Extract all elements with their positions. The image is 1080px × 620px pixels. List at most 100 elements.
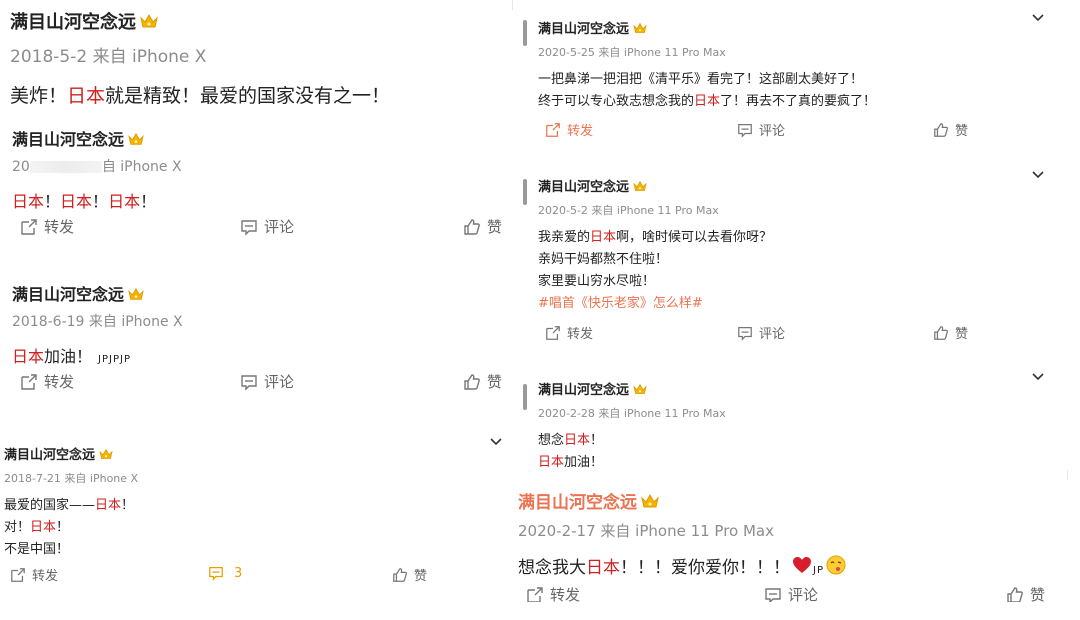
post-meta: 2018-6-19 来自 iPhone X xyxy=(12,314,183,330)
post-text-line-2: 亲妈干妈都熬不住啦！ xyxy=(538,251,669,267)
like-icon xyxy=(1007,586,1023,602)
like-icon xyxy=(934,325,949,340)
post-4: 满目山河空念远 2018-7-21 来自 iPhone X 最爱的国家——日本！… xyxy=(4,444,138,561)
comment-icon xyxy=(765,587,781,602)
post-text-line-2: 终于可以专心致志想念我的日本了！再去不了真的要疯了！ xyxy=(538,93,877,109)
like-button[interactable]: 赞 xyxy=(463,371,502,392)
post-meta: 2020-5-25 来自 iPhone 11 Pro Max xyxy=(538,45,726,59)
like-icon xyxy=(464,373,480,390)
hashtag-link[interactable]: #唱首《快乐老家》怎么样# xyxy=(538,293,772,315)
username[interactable]: 满目山河空念远 xyxy=(12,126,182,150)
keyword-link[interactable]: 日本 xyxy=(95,498,121,513)
post-text: 想念我大日本！！！爱你爱你！！！ JP xyxy=(518,553,846,581)
repost-button[interactable]: 转发 xyxy=(10,565,58,584)
post-text-line-3: 不是中国！ xyxy=(4,541,70,557)
divider xyxy=(512,0,513,10)
avatar[interactable] xyxy=(523,20,527,46)
chevron-down-icon[interactable] xyxy=(489,437,503,447)
comment-button[interactable]: 评论 xyxy=(240,216,294,237)
post-6: 满目山河空念远 2020-5-2 来自 iPhone 11 Pro Max 我亲… xyxy=(538,176,772,315)
comment-button[interactable]: 评论 xyxy=(737,323,785,342)
comment-button[interactable]: 3 xyxy=(208,565,242,581)
repost-icon xyxy=(21,373,37,390)
like-button[interactable]: 赞 xyxy=(1006,584,1045,602)
username[interactable]: 满目山河空念远 xyxy=(12,281,183,305)
like-button[interactable]: 赞 xyxy=(463,216,502,237)
comment-icon xyxy=(738,326,752,341)
post-text-line-1: 一把鼻涕一把泪把《清平乐》看完了！这部剧太美好了！ xyxy=(538,71,864,87)
post-meta: 2018-5-2 来自 iPhone X xyxy=(10,47,207,67)
post-text-line-2: 日本加油！ xyxy=(538,454,604,470)
action-bar: 转发 3 赞 xyxy=(10,563,440,585)
repost-button[interactable]: 转发 xyxy=(545,323,593,342)
action-bar: 转发 评论 赞 xyxy=(545,118,985,140)
post-5: 满目山河空念远 2020-5-25 来自 iPhone 11 Pro Max 一… xyxy=(538,18,876,113)
post-2: 满目山河空念远 20 自 iPhone X 日本！日本！日本！ xyxy=(12,126,182,212)
post-text-line-2: 对！日本！ xyxy=(4,519,70,535)
post-meta: 2020-2-17 来自 iPhone 11 Pro Max xyxy=(518,521,774,540)
post-meta: 2018-7-21 来自 iPhone X xyxy=(4,471,139,485)
repost-button[interactable]: 转发 xyxy=(545,120,593,139)
blurred-region xyxy=(29,161,102,173)
heart-icon xyxy=(792,556,812,579)
action-bar: 转发 评论 赞 xyxy=(20,214,510,238)
avatar[interactable] xyxy=(523,384,527,410)
keyword-link[interactable]: 日本 xyxy=(60,192,92,211)
chevron-down-icon[interactable] xyxy=(1031,372,1045,382)
post-text: 美炸！日本就是精致！最爱的国家没有之一！ xyxy=(10,85,391,107)
keyword-link[interactable]: 日本 xyxy=(108,192,140,211)
username[interactable]: 满目山河空念远 xyxy=(538,18,876,38)
like-button[interactable]: 赞 xyxy=(933,120,968,139)
post-text-line-3: 家里要山穷水尽啦！ xyxy=(538,273,656,289)
post-1: 满目山河空念远 2018-5-2 来自 iPhone X 美炸！日本就是精致！最… xyxy=(10,8,390,108)
keyword-link[interactable]: 日本 xyxy=(694,94,720,109)
like-button[interactable]: 赞 xyxy=(933,323,968,342)
repost-button[interactable]: 转发 xyxy=(20,371,74,392)
username[interactable]: 满目山河空念远 xyxy=(538,176,772,196)
username[interactable]: 满目山河空念远 xyxy=(10,8,390,34)
repost-icon xyxy=(527,586,543,602)
keyword-link[interactable]: 日本 xyxy=(67,85,105,107)
divider xyxy=(1067,470,1068,480)
post-meta: 2020-2-28 来自 iPhone 11 Pro Max xyxy=(538,406,726,420)
comment-icon xyxy=(241,374,257,391)
comment-icon xyxy=(738,123,752,138)
post-meta: 20 自 iPhone X xyxy=(12,159,182,175)
username[interactable]: 满目山河空念远 xyxy=(538,379,726,399)
keyword-link[interactable]: 日本 xyxy=(12,347,44,366)
repost-icon xyxy=(546,122,560,137)
post-text-line-1: 我亲爱的日本啊，啥时候可以去看你呀？ xyxy=(538,229,773,245)
comment-button[interactable]: 评论 xyxy=(764,584,818,602)
keyword-link[interactable]: 日本 xyxy=(586,558,620,578)
avatar[interactable] xyxy=(523,179,527,205)
like-icon xyxy=(393,567,408,582)
repost-button[interactable]: 转发 xyxy=(526,584,580,602)
keyword-link[interactable]: 日本 xyxy=(590,230,616,245)
like-button[interactable]: 赞 xyxy=(392,565,427,584)
keyword-link[interactable]: 日本 xyxy=(538,455,564,470)
post-text: 日本加油！ JPJPJP xyxy=(12,347,131,366)
like-icon xyxy=(464,218,480,235)
keyword-link[interactable]: 日本 xyxy=(564,433,590,448)
post-7: 满目山河空念远 2020-2-28 来自 iPhone 11 Pro Max 想… xyxy=(538,379,726,474)
crown-icon xyxy=(633,180,647,196)
keyword-link[interactable]: 日本 xyxy=(12,192,44,211)
repost-icon xyxy=(546,325,560,340)
username[interactable]: 满目山河空念远 xyxy=(518,488,846,514)
crown-icon xyxy=(99,448,113,464)
repost-button[interactable]: 转发 xyxy=(20,216,74,237)
chevron-down-icon[interactable] xyxy=(1031,13,1045,23)
post-text-line-1: 想念日本！ xyxy=(538,432,604,448)
post-3: 满目山河空念远 2018-6-19 来自 iPhone X 日本加油！ JPJPJ… xyxy=(12,281,183,367)
post-meta: 2020-5-2 来自 iPhone 11 Pro Max xyxy=(538,203,719,217)
comment-button[interactable]: 评论 xyxy=(737,120,785,139)
repost-icon xyxy=(11,567,25,582)
keyword-link[interactable]: 日本 xyxy=(30,520,56,535)
username[interactable]: 满目山河空念远 xyxy=(4,444,138,464)
crown-icon xyxy=(128,131,144,150)
comment-icon xyxy=(209,567,223,581)
chevron-down-icon[interactable] xyxy=(1031,170,1045,180)
crown-icon xyxy=(633,22,647,38)
crown-icon xyxy=(128,286,144,305)
comment-button[interactable]: 评论 xyxy=(240,371,294,392)
